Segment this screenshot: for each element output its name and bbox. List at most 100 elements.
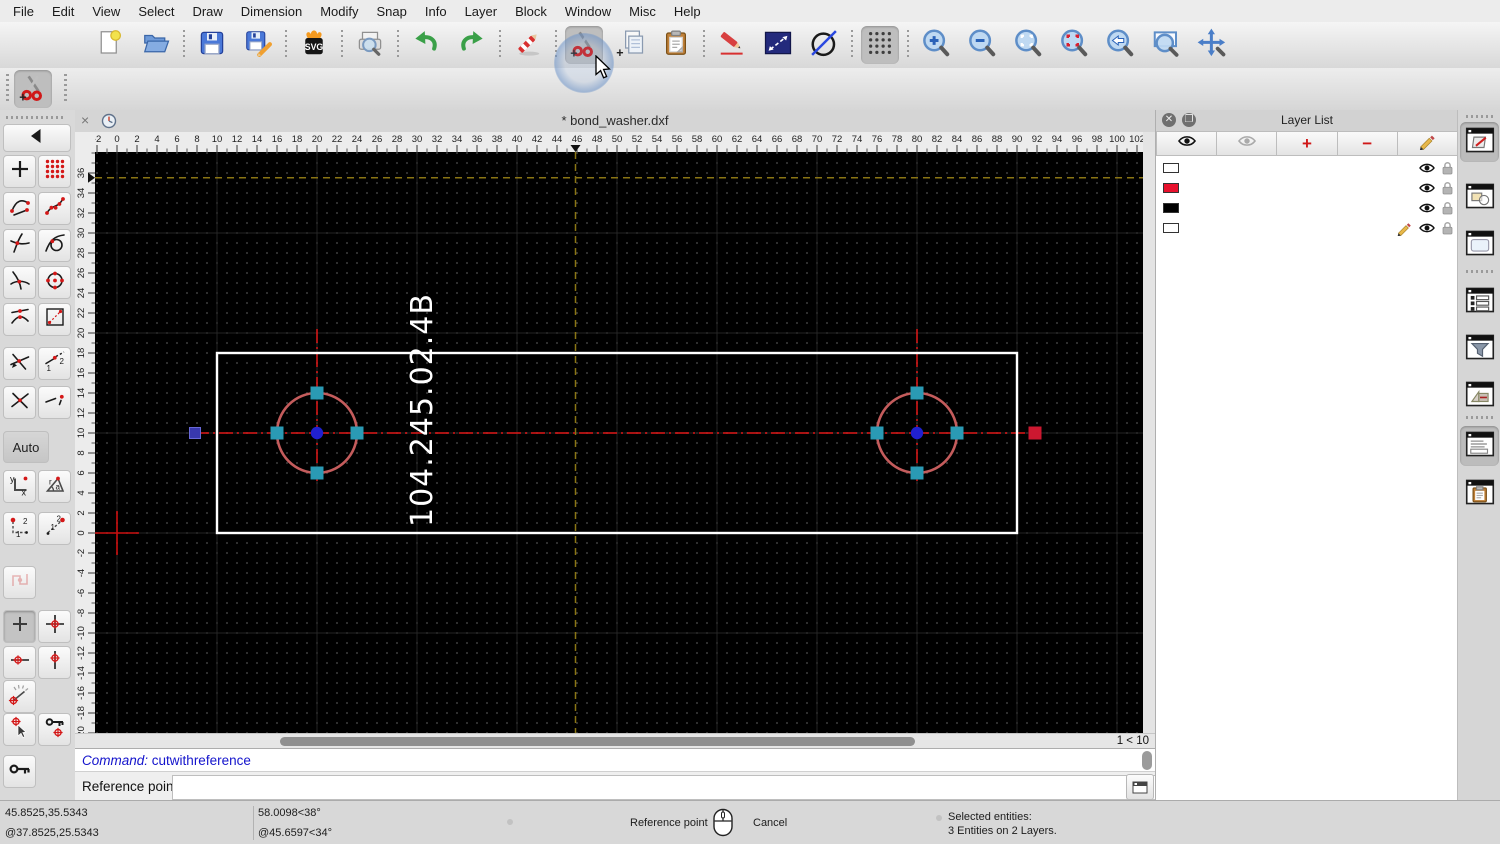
zoom-window-button[interactable] bbox=[1147, 26, 1185, 64]
reference-handle[interactable] bbox=[271, 427, 284, 440]
lock-relative-zero-button[interactable] bbox=[38, 713, 71, 746]
dock-handle[interactable] bbox=[1466, 115, 1494, 118]
vertical-scrollbar-track[interactable] bbox=[1143, 132, 1155, 748]
menu-window[interactable]: Window bbox=[556, 4, 620, 19]
layer-row-0[interactable] bbox=[1156, 158, 1458, 178]
zoom-auto-button[interactable] bbox=[1009, 26, 1047, 64]
property-editor-dock-button[interactable] bbox=[1460, 282, 1499, 322]
save-as-button[interactable] bbox=[239, 26, 277, 64]
snap-tangential-button[interactable] bbox=[38, 229, 71, 262]
paste-button[interactable] bbox=[657, 26, 695, 64]
view-list-dock-button[interactable] bbox=[1460, 225, 1499, 265]
draw-pencil-button[interactable] bbox=[713, 26, 751, 64]
snap-free-button[interactable] bbox=[3, 155, 36, 188]
menu-info[interactable]: Info bbox=[416, 4, 456, 19]
menu-help[interactable]: Help bbox=[665, 4, 710, 19]
restrict-horizontal-button[interactable] bbox=[3, 646, 36, 679]
open-file-button[interactable] bbox=[137, 26, 175, 64]
zoom-in-button[interactable] bbox=[917, 26, 955, 64]
reference-handle[interactable] bbox=[911, 467, 924, 480]
undo-button[interactable] bbox=[407, 26, 445, 64]
centerline-start-handle[interactable] bbox=[190, 428, 201, 439]
snap-panel-handle[interactable] bbox=[6, 116, 66, 119]
horizontal-scrollbar-track[interactable]: 1 < 10 bbox=[75, 733, 1155, 749]
copy-with-reference-button[interactable]: + bbox=[611, 26, 649, 64]
layer-visibility-eye-icon[interactable] bbox=[1418, 221, 1436, 238]
menu-view[interactable]: View bbox=[83, 4, 129, 19]
zoom-selection-button[interactable] bbox=[1055, 26, 1093, 64]
hide-all-layers-button[interactable] bbox=[1217, 131, 1277, 156]
snap-on-entity-button[interactable] bbox=[38, 192, 71, 225]
command-history-scrollbar[interactable] bbox=[1142, 751, 1152, 770]
reference-handle[interactable] bbox=[871, 427, 884, 440]
dimension-button[interactable] bbox=[759, 26, 797, 64]
back-button[interactable] bbox=[3, 124, 71, 152]
svg-export-button[interactable]: SVG bbox=[295, 26, 333, 64]
erase-button[interactable] bbox=[509, 26, 547, 64]
restrict-off-button[interactable] bbox=[3, 610, 36, 643]
center-handle[interactable] bbox=[311, 427, 323, 439]
set-relative-zero-button[interactable] bbox=[3, 713, 36, 746]
snap-cross-button[interactable] bbox=[3, 386, 36, 419]
reference-handle[interactable] bbox=[311, 387, 324, 400]
menu-edit[interactable]: Edit bbox=[43, 4, 83, 19]
center-handle[interactable] bbox=[911, 427, 923, 439]
snap-center-button[interactable] bbox=[38, 266, 71, 299]
redo-button[interactable] bbox=[453, 26, 491, 64]
coordinate-cartesian-button[interactable]: yx bbox=[3, 470, 36, 503]
reference-handle[interactable] bbox=[951, 427, 964, 440]
snap-reference-button[interactable] bbox=[38, 303, 71, 336]
layer-color-swatch[interactable] bbox=[1163, 203, 1179, 213]
menu-misc[interactable]: Misc bbox=[620, 4, 665, 19]
print-preview-button[interactable] bbox=[351, 26, 389, 64]
layer-lock-icon[interactable] bbox=[1440, 160, 1455, 179]
snap-endpoints-button[interactable] bbox=[3, 192, 36, 225]
layer-lock-icon[interactable] bbox=[1440, 200, 1455, 219]
grid-toggle-button[interactable] bbox=[861, 26, 899, 64]
coordinate-polar-button[interactable]: ra bbox=[38, 470, 71, 503]
menu-dimension[interactable]: Dimension bbox=[232, 4, 311, 19]
show-all-layers-button[interactable] bbox=[1156, 131, 1217, 156]
restrict-orthogonal-button[interactable] bbox=[38, 610, 71, 643]
snap-angle-button[interactable] bbox=[3, 680, 36, 713]
layer-visibility-eye-icon[interactable] bbox=[1418, 161, 1436, 178]
reference-handle[interactable] bbox=[311, 467, 324, 480]
library-browser-dock-button[interactable] bbox=[1460, 376, 1499, 416]
zoom-previous-button[interactable] bbox=[1101, 26, 1139, 64]
new-document-button[interactable] bbox=[91, 26, 129, 64]
cut-with-reference-tool-button[interactable]: + bbox=[14, 70, 52, 108]
menu-file[interactable]: File bbox=[0, 4, 43, 19]
snap-perpendicular-button[interactable] bbox=[3, 229, 36, 262]
selection-filter-dock-button[interactable] bbox=[1460, 329, 1499, 369]
horizontal-scrollbar-thumb[interactable] bbox=[280, 737, 915, 746]
modify-circle-button[interactable] bbox=[805, 26, 843, 64]
cut-with-reference-button[interactable]: + bbox=[565, 26, 603, 64]
layer-visibility-eye-icon[interactable] bbox=[1418, 181, 1436, 198]
drawing-canvas[interactable]: 104.245.02.4B bbox=[95, 152, 1143, 733]
layer-row-visible[interactable] bbox=[1156, 218, 1458, 238]
snap-middle-button[interactable] bbox=[3, 303, 36, 336]
reference-handle[interactable] bbox=[351, 427, 364, 440]
snap-distance-button[interactable] bbox=[38, 386, 71, 419]
relative-cartesian-button[interactable]: 12 bbox=[3, 512, 36, 545]
block-list-dock-button[interactable] bbox=[1460, 178, 1499, 218]
relative-polar-button[interactable]: 12 bbox=[38, 512, 71, 545]
menu-select[interactable]: Select bbox=[129, 4, 183, 19]
command-window-toggle-button[interactable] bbox=[1126, 774, 1154, 800]
clipboard-dock-button[interactable] bbox=[1460, 474, 1499, 514]
snap-polyline-button[interactable] bbox=[3, 566, 36, 599]
menu-block[interactable]: Block bbox=[506, 4, 556, 19]
snap-intersection-manual-button[interactable]: 12 bbox=[38, 347, 71, 380]
menu-modify[interactable]: Modify bbox=[311, 4, 367, 19]
zoom-out-button[interactable] bbox=[963, 26, 1001, 64]
layer-row-hidden[interactable] bbox=[1156, 198, 1458, 218]
layer-color-swatch[interactable] bbox=[1163, 163, 1179, 173]
layer-lock-icon[interactable] bbox=[1440, 220, 1455, 239]
menu-layer[interactable]: Layer bbox=[456, 4, 507, 19]
layer-color-swatch[interactable] bbox=[1163, 223, 1179, 233]
auto-button[interactable]: Auto bbox=[3, 431, 49, 463]
reference-handle[interactable] bbox=[911, 387, 924, 400]
save-button[interactable] bbox=[193, 26, 231, 64]
snap-intersection-button[interactable] bbox=[3, 266, 36, 299]
toolbar-handle[interactable] bbox=[64, 74, 67, 104]
